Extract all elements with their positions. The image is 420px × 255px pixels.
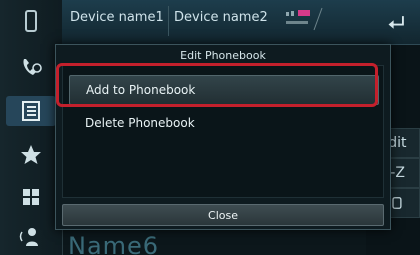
call-history-icon[interactable] [13, 52, 49, 82]
voice-recognition-icon[interactable] [13, 222, 49, 252]
dialog-title: Edit Phonebook [180, 49, 266, 62]
close-button[interactable]: Close [62, 204, 384, 226]
delete-phonebook-button[interactable]: Delete Phonebook [69, 108, 379, 138]
phonebook-icon[interactable] [6, 96, 56, 126]
top-bar: Device name1 Device name2 [62, 0, 420, 45]
favorite-star-icon[interactable] [13, 140, 49, 170]
selection-highlight [56, 63, 378, 107]
sidebar [0, 0, 63, 255]
phonebook-screen: Name6 Device name1 Device name2 Edit A-Z… [0, 0, 420, 255]
device-tab-2[interactable]: Device name2 [174, 10, 268, 25]
dialpad-icon[interactable] [13, 182, 49, 212]
back-arrow-icon[interactable] [382, 8, 412, 36]
signal-status-icon [284, 6, 324, 34]
tab-divider [168, 6, 169, 36]
phone-device-icon[interactable] [13, 6, 49, 36]
device-tab-1[interactable]: Device name1 [70, 10, 164, 25]
contact-name-partial: Name6 [68, 232, 160, 255]
